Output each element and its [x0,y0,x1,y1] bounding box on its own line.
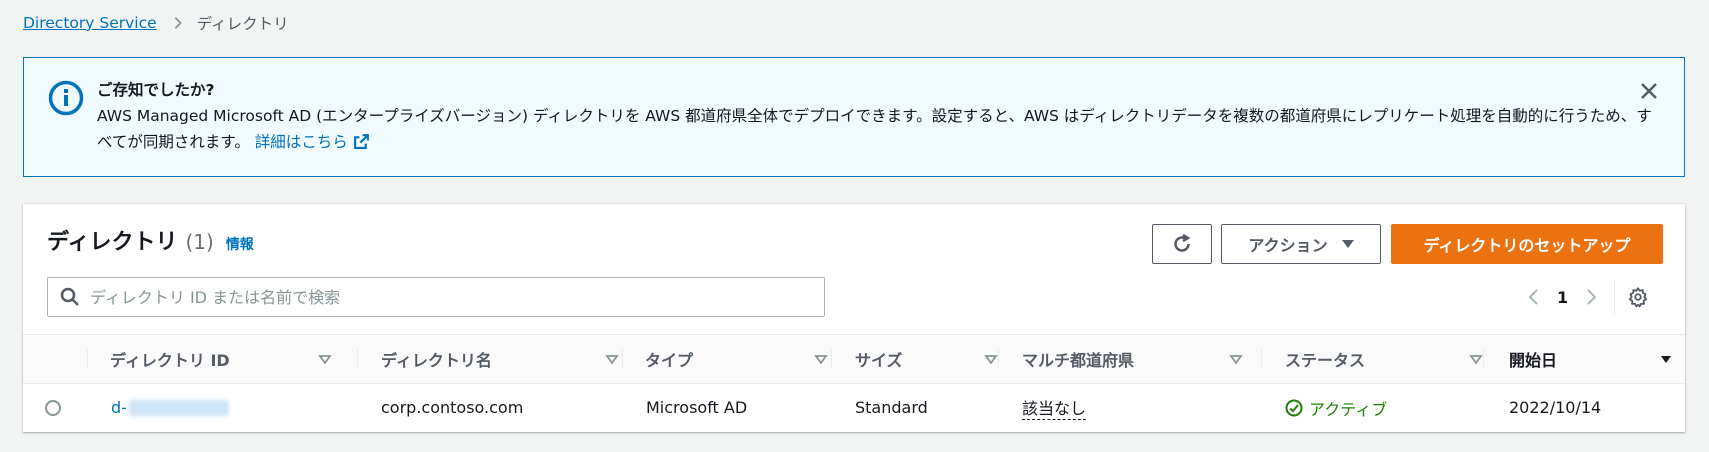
alert-title: ご存知でしたか? [97,81,215,99]
panel-title: ディレクトリ [47,230,178,255]
directory-count: (1) [185,230,214,254]
refresh-icon [1174,233,1191,252]
column-label: 開始日 [1509,351,1558,370]
close-icon[interactable] [1638,80,1660,102]
cell-status: アクティブ [1285,384,1387,431]
multi-region-value[interactable]: 該当なし [1022,395,1087,420]
cell-start-date: 2022/10/14 [1509,398,1602,417]
table-row[interactable]: d- corp.contoso.com Microsoft AD Standar… [23,384,1685,431]
cell-directory-name: corp.contoso.com [381,398,524,417]
page-number[interactable]: 1 [1557,288,1568,307]
status-badge: アクティブ [1285,396,1387,420]
refresh-button[interactable] [1152,224,1212,264]
actions-dropdown[interactable]: アクション [1221,224,1381,264]
row-select-cell [45,384,61,431]
sort-caret-icon [1469,355,1483,365]
cell-type: Microsoft AD [646,398,748,417]
column-divider [831,349,832,369]
chevron-right-icon[interactable] [1582,288,1600,306]
alert-body: AWS Managed Microsoft AD (エンタープライズバージョン)… [97,103,1657,155]
external-link-icon [353,134,369,149]
column-label: サイズ [855,351,903,370]
column-label: ステータス [1285,351,1366,370]
column-size[interactable]: サイズ [855,335,1010,383]
pager-divider [1614,280,1616,314]
column-divider [622,349,623,369]
setup-directory-button[interactable]: ディレクトリのセットアップ [1391,224,1663,264]
column-start-date[interactable]: 開始日 [1509,335,1685,383]
column-label: ディレクトリ ID [110,351,230,370]
info-icon [48,80,84,116]
check-circle-icon [1285,399,1303,416]
sort-caret-icon [984,355,998,365]
breadcrumb: Directory Service ディレクトリ [23,10,289,36]
column-label: ディレクトリ名 [381,351,492,370]
column-label: タイプ [645,351,694,370]
table-header: ディレクトリ ID ディレクトリ名 タイプ サイズ マルチ都道府県 ステータス … [23,334,1685,384]
cell-directory-id[interactable]: d- [111,384,229,431]
learn-more-link[interactable]: 詳細はこちら [255,133,370,151]
actions-label: アクション [1248,236,1328,255]
search-box [47,277,825,317]
column-status[interactable]: ステータス [1285,335,1495,383]
breadcrumb-current: ディレクトリ [196,15,289,33]
sort-caret-icon [318,355,332,365]
info-alert: ご存知でしたか? AWS Managed Microsoft AD (エンタープ… [23,57,1685,177]
row-radio[interactable] [45,399,61,416]
column-divider [998,349,999,369]
column-directory-id[interactable]: ディレクトリ ID [110,335,344,383]
column-divider [1483,349,1484,369]
column-directory-name[interactable]: ディレクトリ名 [381,335,631,383]
breadcrumb-directory-service-link[interactable]: Directory Service [23,14,157,32]
column-type[interactable]: タイプ [645,335,840,383]
search-input[interactable] [88,286,824,308]
pagination: 1 [1525,280,1649,314]
status-label: アクティブ [1309,399,1388,419]
column-label: マルチ都道府県 [1022,351,1135,370]
info-link[interactable]: 情報 [226,234,254,254]
column-divider [357,349,358,369]
cell-size: Standard [855,398,928,417]
redacted-id [128,399,229,416]
directories-table: ディレクトリ ID ディレクトリ名 タイプ サイズ マルチ都道府県 ステータス … [23,334,1685,431]
panel-header: ディレクトリ (1) 情報 [47,224,254,256]
table-body: d- corp.contoso.com Microsoft AD Standar… [23,384,1685,431]
chevron-left-icon[interactable] [1525,288,1543,306]
cell-multi-region: 該当なし [1022,384,1087,431]
directories-panel: ディレクトリ (1) 情報 アクション ディレクトリのセットアップ 1 [23,204,1685,432]
column-divider [87,349,88,369]
sort-caret-icon [814,355,828,365]
sort-caret-icon [1229,355,1243,365]
column-divider [1261,349,1262,369]
caret-down-icon [1341,240,1354,248]
sort-descending-icon [1661,356,1671,363]
search-icon [60,287,79,306]
chevron-right-icon [174,17,182,29]
learn-more-label: 詳細はこちら [254,133,348,151]
gear-icon[interactable] [1627,286,1649,308]
sort-caret-icon [605,355,619,365]
directory-id-link[interactable]: d- [111,398,127,417]
column-multi-region[interactable]: マルチ都道府県 [1022,335,1255,383]
